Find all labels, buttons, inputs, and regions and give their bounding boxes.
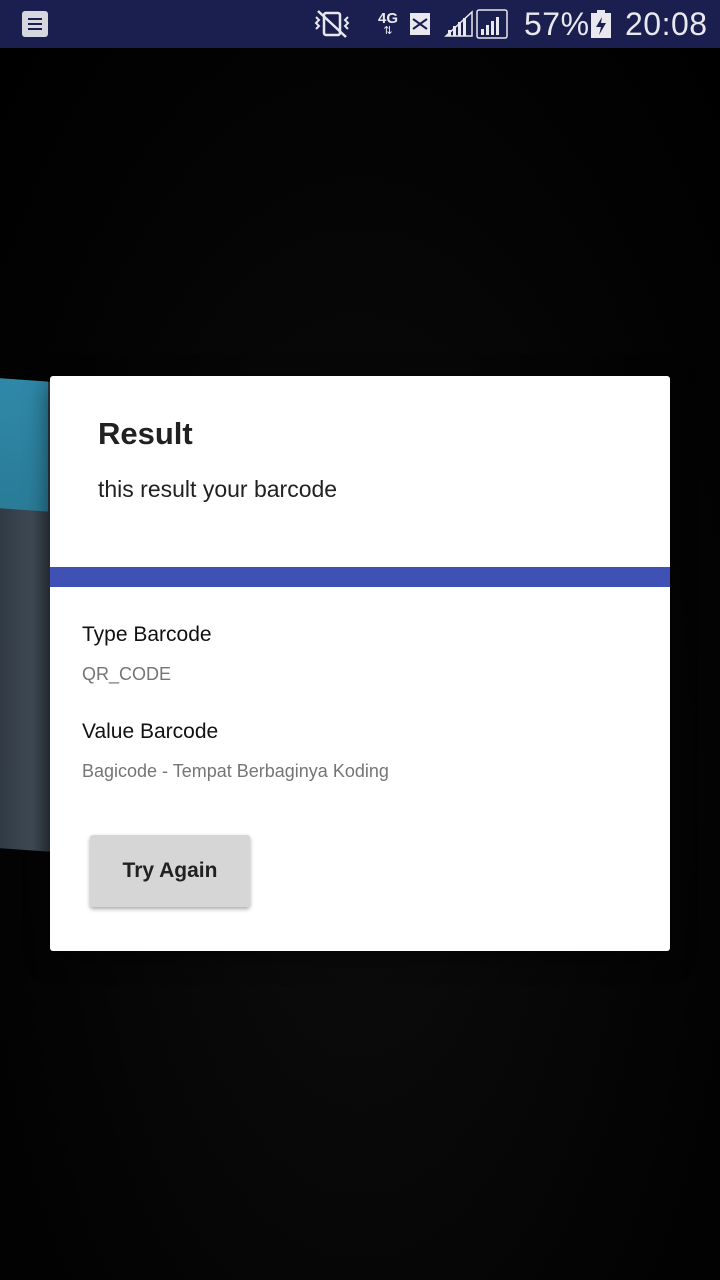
dialog-title: Result <box>98 416 193 451</box>
notification-icon <box>22 0 48 48</box>
network-4g-icon: 4G ⇅ <box>378 10 399 37</box>
try-again-button[interactable]: Try Again <box>90 835 250 907</box>
type-barcode-value: QR_CODE <box>82 664 172 684</box>
network-type-label: 4G <box>378 10 399 27</box>
accent-bar <box>50 567 670 587</box>
sms-icon <box>408 0 432 48</box>
value-barcode-label: Value Barcode <box>82 720 219 743</box>
result-dialog: Result this result your barcode Type Bar… <box>50 376 670 951</box>
type-barcode-label: Type Barcode <box>82 623 212 646</box>
signal-icon <box>444 0 474 48</box>
status-bar: 4G ⇅ 57% 20:08 <box>0 0 720 48</box>
screen: 4G ⇅ 57% 20:08 Result this result your b… <box>0 0 720 1280</box>
dialog-message: this result your barcode <box>98 476 338 502</box>
vibrate-icon <box>310 0 354 48</box>
battery-charging-icon <box>590 0 612 48</box>
signal-icon <box>476 0 508 48</box>
value-barcode-value: Bagicode - Tempat Berbaginya Koding <box>82 761 389 781</box>
battery-percent: 57% <box>524 5 590 42</box>
clock: 20:08 <box>625 5 708 42</box>
